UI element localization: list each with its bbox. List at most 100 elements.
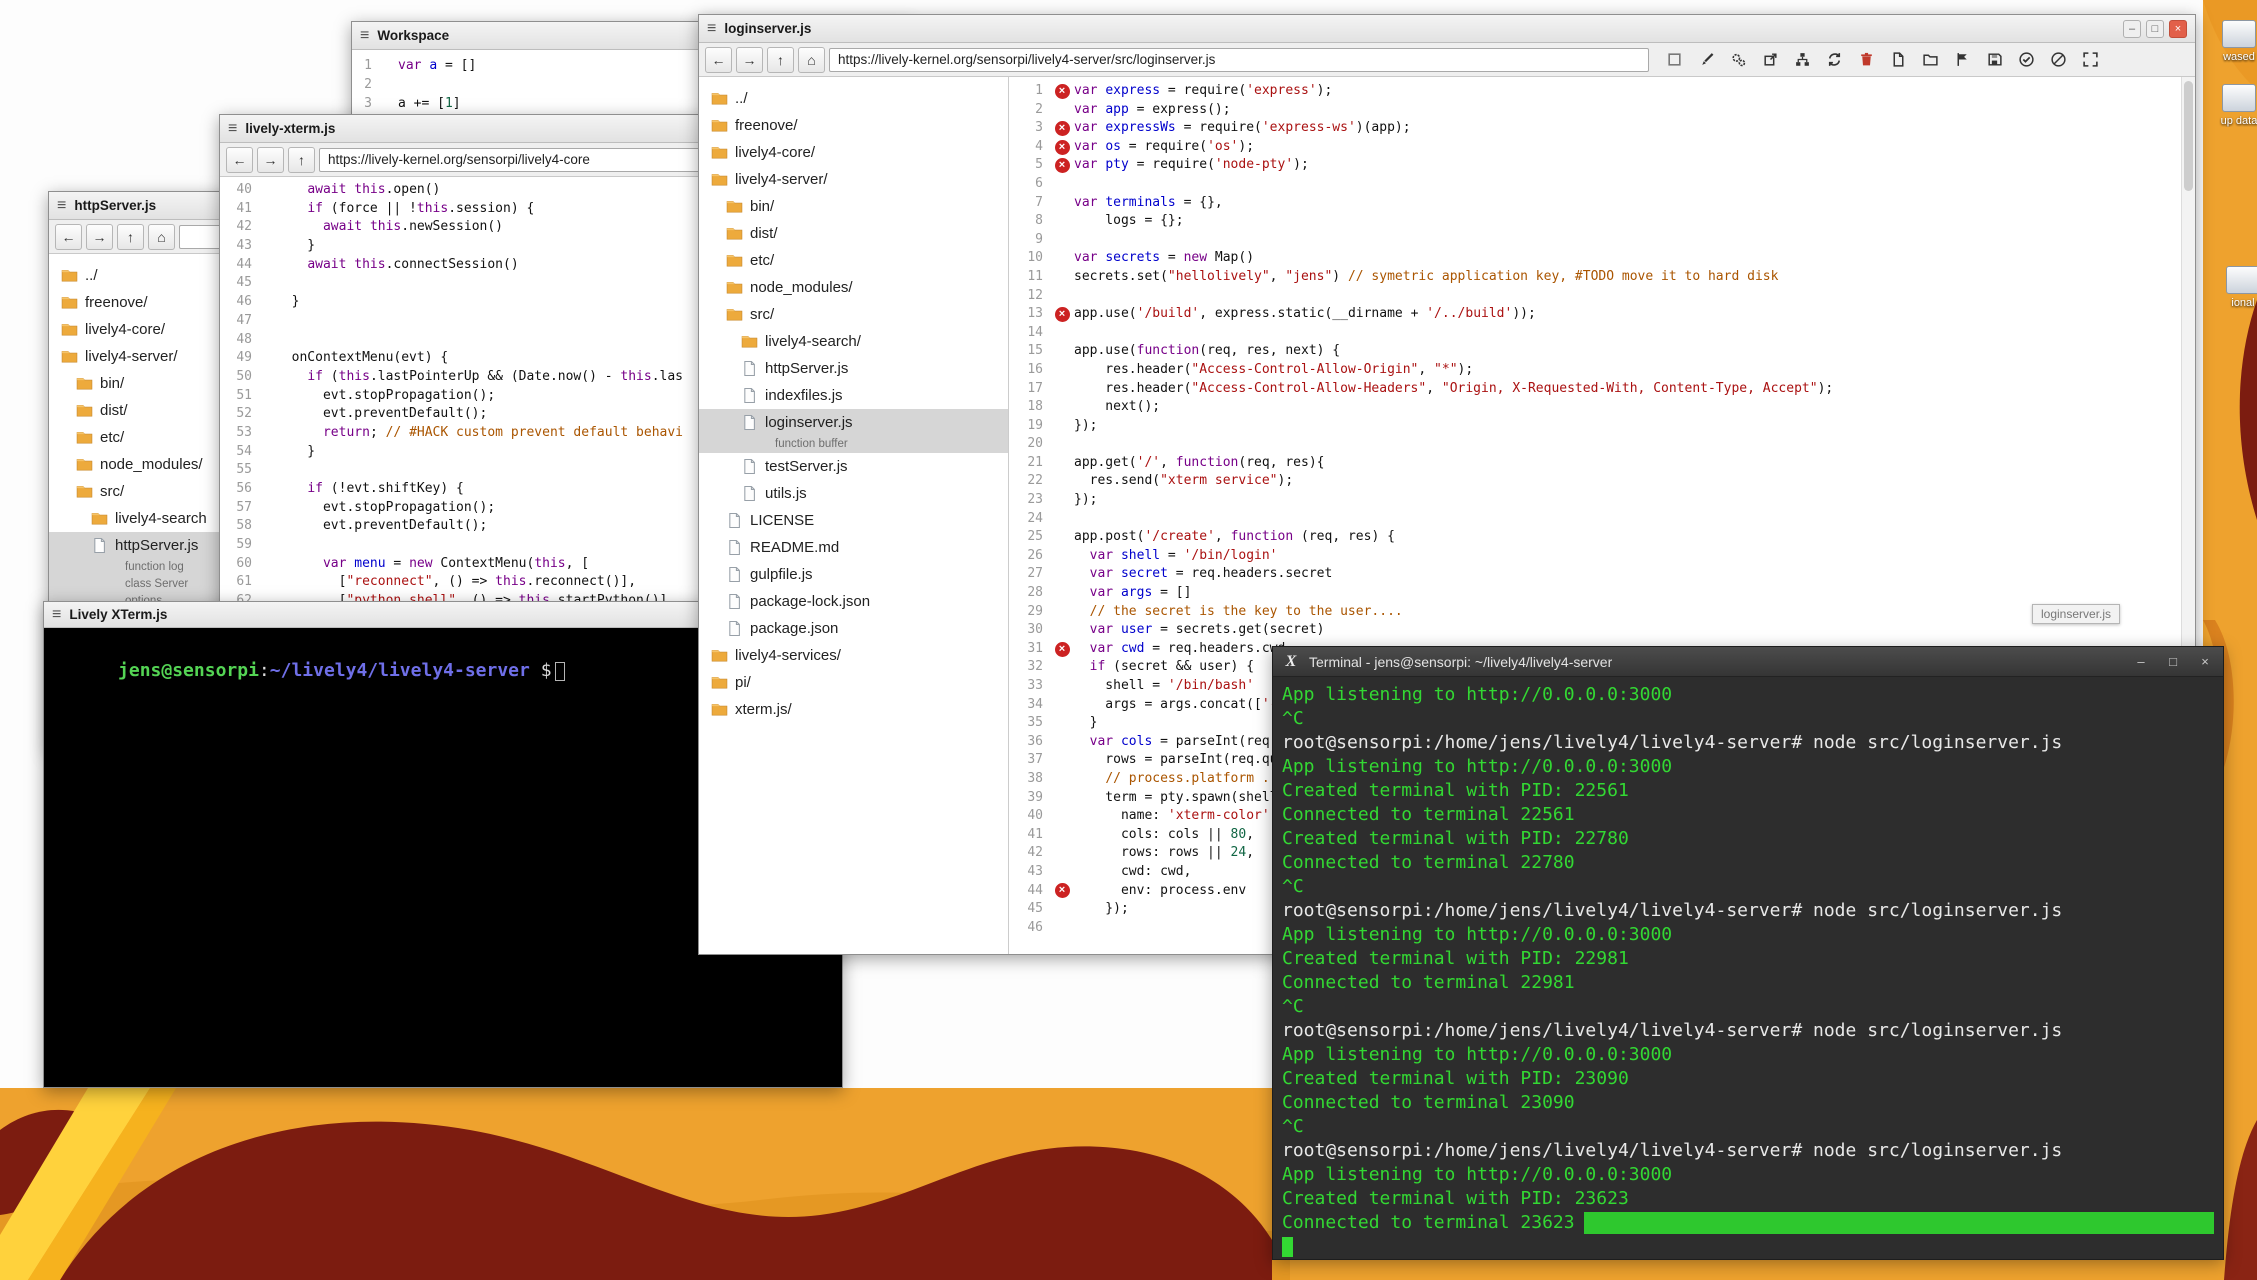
code-text[interactable]: rows: rows || 24,	[1074, 844, 1254, 863]
code-text[interactable]: }	[276, 443, 315, 462]
code-text[interactable]: evt.preventDefault();	[276, 405, 487, 424]
tree-item-etc[interactable]: etc/	[699, 247, 1008, 274]
tree-item-httpserver-js[interactable]: httpServer.js	[699, 355, 1008, 382]
code-text[interactable]: res.send("xterm service");	[1074, 472, 1293, 491]
error-marker-icon[interactable]: ×	[1055, 140, 1070, 155]
code-text[interactable]: shell = '/bin/bash'	[1074, 677, 1254, 696]
checkbox-icon-button[interactable]	[1661, 47, 1687, 73]
forward-button[interactable]: →	[736, 47, 763, 73]
tree-item-node-modules[interactable]: node_modules/	[699, 274, 1008, 301]
new-file-icon-button[interactable]	[1885, 47, 1911, 73]
desktop-icon[interactable]: wased	[2212, 20, 2257, 63]
window-titlebar[interactable]: X Terminal - jens@sensorpi: ~/lively4/li…	[1273, 647, 2223, 677]
brush-icon-button[interactable]	[1693, 47, 1719, 73]
menu-icon[interactable]: ≡	[52, 607, 61, 623]
desktop-icon-image[interactable]	[2226, 266, 2257, 294]
code-text[interactable]: var secret = req.headers.secret	[1074, 565, 1332, 584]
terminal-output[interactable]: App listening to http://0.0.0.0:3000^Cro…	[1273, 677, 2223, 1259]
code-text[interactable]: var os = require('os');	[1074, 138, 1254, 157]
code-text[interactable]: var pty = require('node-pty');	[1074, 156, 1309, 175]
code-text[interactable]: cols: cols || 80,	[1074, 826, 1254, 845]
error-marker-icon[interactable]: ×	[1055, 883, 1070, 898]
code-text[interactable]: var a = []	[398, 56, 476, 75]
code-text[interactable]: app.use('/build', express.static(__dirna…	[1074, 305, 1536, 324]
sync-icon-button[interactable]	[1821, 47, 1847, 73]
save-icon-button[interactable]	[1981, 47, 2007, 73]
code-text[interactable]: evt.stopPropagation();	[276, 387, 495, 406]
error-marker-icon[interactable]: ×	[1055, 158, 1070, 173]
code-text[interactable]: evt.preventDefault();	[276, 517, 487, 536]
tree-item-utils-js[interactable]: utils.js	[699, 480, 1008, 507]
forward-button[interactable]: →	[86, 224, 113, 250]
code-text[interactable]: // process.platform ...	[1074, 770, 1285, 789]
tree-item-testserver-js[interactable]: testServer.js	[699, 453, 1008, 480]
code-text[interactable]: var shell = '/bin/login'	[1074, 547, 1278, 566]
code-text[interactable]: });	[1074, 417, 1097, 436]
code-text[interactable]: await this.connectSession()	[276, 256, 519, 275]
code-text[interactable]: var app = express();	[1074, 101, 1231, 120]
tree-item-gulpfile-js[interactable]: gulpfile.js	[699, 561, 1008, 588]
back-button[interactable]: ←	[705, 47, 732, 73]
error-marker-icon[interactable]: ×	[1055, 307, 1070, 322]
code-text[interactable]: var secrets = new Map()	[1074, 249, 1254, 268]
tree-item-[interactable]: ../	[699, 85, 1008, 112]
home-button[interactable]: ⌂	[148, 224, 175, 250]
code-text[interactable]: var terminals = {},	[1074, 194, 1223, 213]
tree-item-xterm-js[interactable]: xterm.js/	[699, 696, 1008, 723]
tree-item-loginserver-js[interactable]: loginserver.js	[699, 409, 1008, 436]
url-input[interactable]	[829, 48, 1649, 72]
error-marker-icon[interactable]: ×	[1055, 121, 1070, 136]
back-button[interactable]: ←	[55, 224, 82, 250]
maximize-button[interactable]: □	[2164, 654, 2182, 669]
minimize-button[interactable]: –	[2123, 20, 2141, 38]
desktop-icon[interactable]: up data	[2212, 84, 2257, 127]
desktop-icon-image[interactable]	[2222, 84, 2256, 112]
maximize-button[interactable]: □	[2146, 20, 2164, 38]
code-text[interactable]: a += [1]	[398, 94, 461, 113]
sitemap-icon-button[interactable]	[1789, 47, 1815, 73]
home-button[interactable]: ⌂	[798, 47, 825, 73]
close-button[interactable]: ×	[2196, 654, 2214, 669]
code-text[interactable]: var menu = new ContextMenu(this, [	[276, 555, 589, 574]
tree-item-bin[interactable]: bin/	[699, 193, 1008, 220]
tree-item-package-json[interactable]: package.json	[699, 615, 1008, 642]
code-text[interactable]: cwd: cwd,	[1074, 863, 1191, 882]
error-marker-icon[interactable]: ×	[1055, 642, 1070, 657]
tree-item-dist[interactable]: dist/	[699, 220, 1008, 247]
scrollbar-thumb[interactable]	[2184, 81, 2193, 191]
code-text[interactable]: if (force || !this.session) {	[276, 200, 534, 219]
cancel-icon-button[interactable]	[2045, 47, 2071, 73]
code-text[interactable]: var args = []	[1074, 584, 1191, 603]
close-button[interactable]: ×	[2169, 20, 2187, 38]
up-button[interactable]: ↑	[117, 224, 144, 250]
flag-icon-button[interactable]	[1949, 47, 1975, 73]
code-text[interactable]: var expressWs = require('express-ws')(ap…	[1074, 119, 1411, 138]
tree-item-pi[interactable]: pi/	[699, 669, 1008, 696]
tree-item-lively4-search[interactable]: lively4-search/	[699, 328, 1008, 355]
up-button[interactable]: ↑	[288, 147, 315, 173]
code-text[interactable]: if (!evt.shiftKey) {	[276, 480, 464, 499]
code-text[interactable]: var cwd = req.headers.cwd	[1074, 640, 1285, 659]
code-text[interactable]: });	[1074, 900, 1129, 919]
code-text[interactable]: }	[1074, 714, 1097, 733]
folder-icon-button[interactable]	[1917, 47, 1943, 73]
tree-sub-item[interactable]: function buffer	[699, 436, 1008, 453]
code-text[interactable]: res.header("Access-Control-Allow-Origin"…	[1074, 361, 1473, 380]
tree-item-lively4-services[interactable]: lively4-services/	[699, 642, 1008, 669]
code-text[interactable]: });	[1074, 491, 1097, 510]
code-text[interactable]: await this.newSession()	[276, 218, 503, 237]
tree-item-freenove[interactable]: freenove/	[699, 112, 1008, 139]
code-text[interactable]: name: 'xterm-color',	[1074, 807, 1278, 826]
menu-icon[interactable]: ≡	[707, 21, 716, 37]
code-text[interactable]: logs = {};	[1074, 212, 1184, 231]
desktop-icon[interactable]: ional	[2216, 266, 2257, 309]
tree-item-license[interactable]: LICENSE	[699, 507, 1008, 534]
minimize-button[interactable]: –	[2132, 654, 2150, 669]
code-text[interactable]: if (secret && user) {	[1074, 658, 1254, 677]
error-marker-icon[interactable]: ×	[1055, 84, 1070, 99]
tree-item-src[interactable]: src/	[699, 301, 1008, 328]
tree-item-lively4-server[interactable]: lively4-server/	[699, 166, 1008, 193]
fullscreen-icon-button[interactable]	[2077, 47, 2103, 73]
gears-icon-button[interactable]	[1725, 47, 1751, 73]
up-button[interactable]: ↑	[767, 47, 794, 73]
